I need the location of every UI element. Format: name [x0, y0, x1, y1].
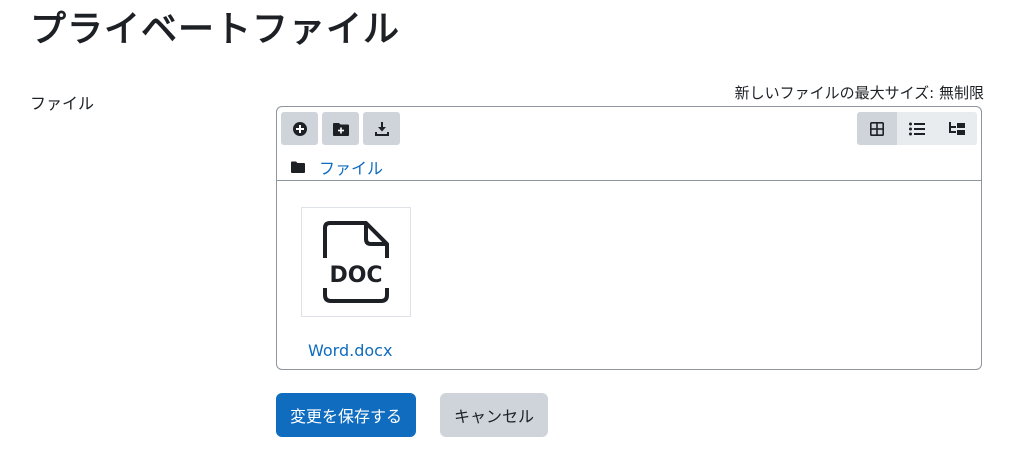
file-type-label: DOC: [329, 263, 382, 288]
file-manager-divider: [277, 180, 981, 181]
doc-file-icon: DOC: [322, 221, 390, 303]
file-thumbnail[interactable]: DOC: [301, 207, 411, 317]
plus-circle-icon: [292, 121, 307, 136]
breadcrumb-folder-link[interactable]: ファイル: [319, 155, 383, 179]
max-file-size-text: 新しいファイルの最大サイズ: 無制限: [734, 84, 984, 102]
files-field-label: ファイル: [30, 94, 95, 113]
grid-view-button[interactable]: [857, 112, 897, 145]
add-file-button[interactable]: [281, 112, 318, 145]
download-all-button[interactable]: [363, 112, 400, 145]
file-name-link[interactable]: Word.docx: [308, 341, 392, 360]
tree-view-button[interactable]: [937, 112, 977, 145]
tree-icon: [949, 121, 965, 135]
folder-plus-icon: [332, 122, 349, 136]
file-manager: ファイル DOC Word.docx: [276, 106, 982, 370]
download-icon: [374, 121, 389, 136]
save-changes-button[interactable]: 変更を保存する: [276, 393, 417, 437]
view-mode-group: [857, 112, 977, 145]
list-view-button[interactable]: [897, 112, 937, 145]
grid-icon: [870, 121, 884, 136]
folder-icon: [291, 161, 305, 173]
cancel-button[interactable]: キャンセル: [440, 393, 549, 437]
breadcrumb: ファイル: [291, 155, 383, 179]
create-folder-button[interactable]: [322, 112, 359, 145]
page-title: プライベートファイル: [30, 9, 401, 50]
list-icon: [909, 122, 925, 135]
file-manager-toolbar: [281, 112, 400, 145]
